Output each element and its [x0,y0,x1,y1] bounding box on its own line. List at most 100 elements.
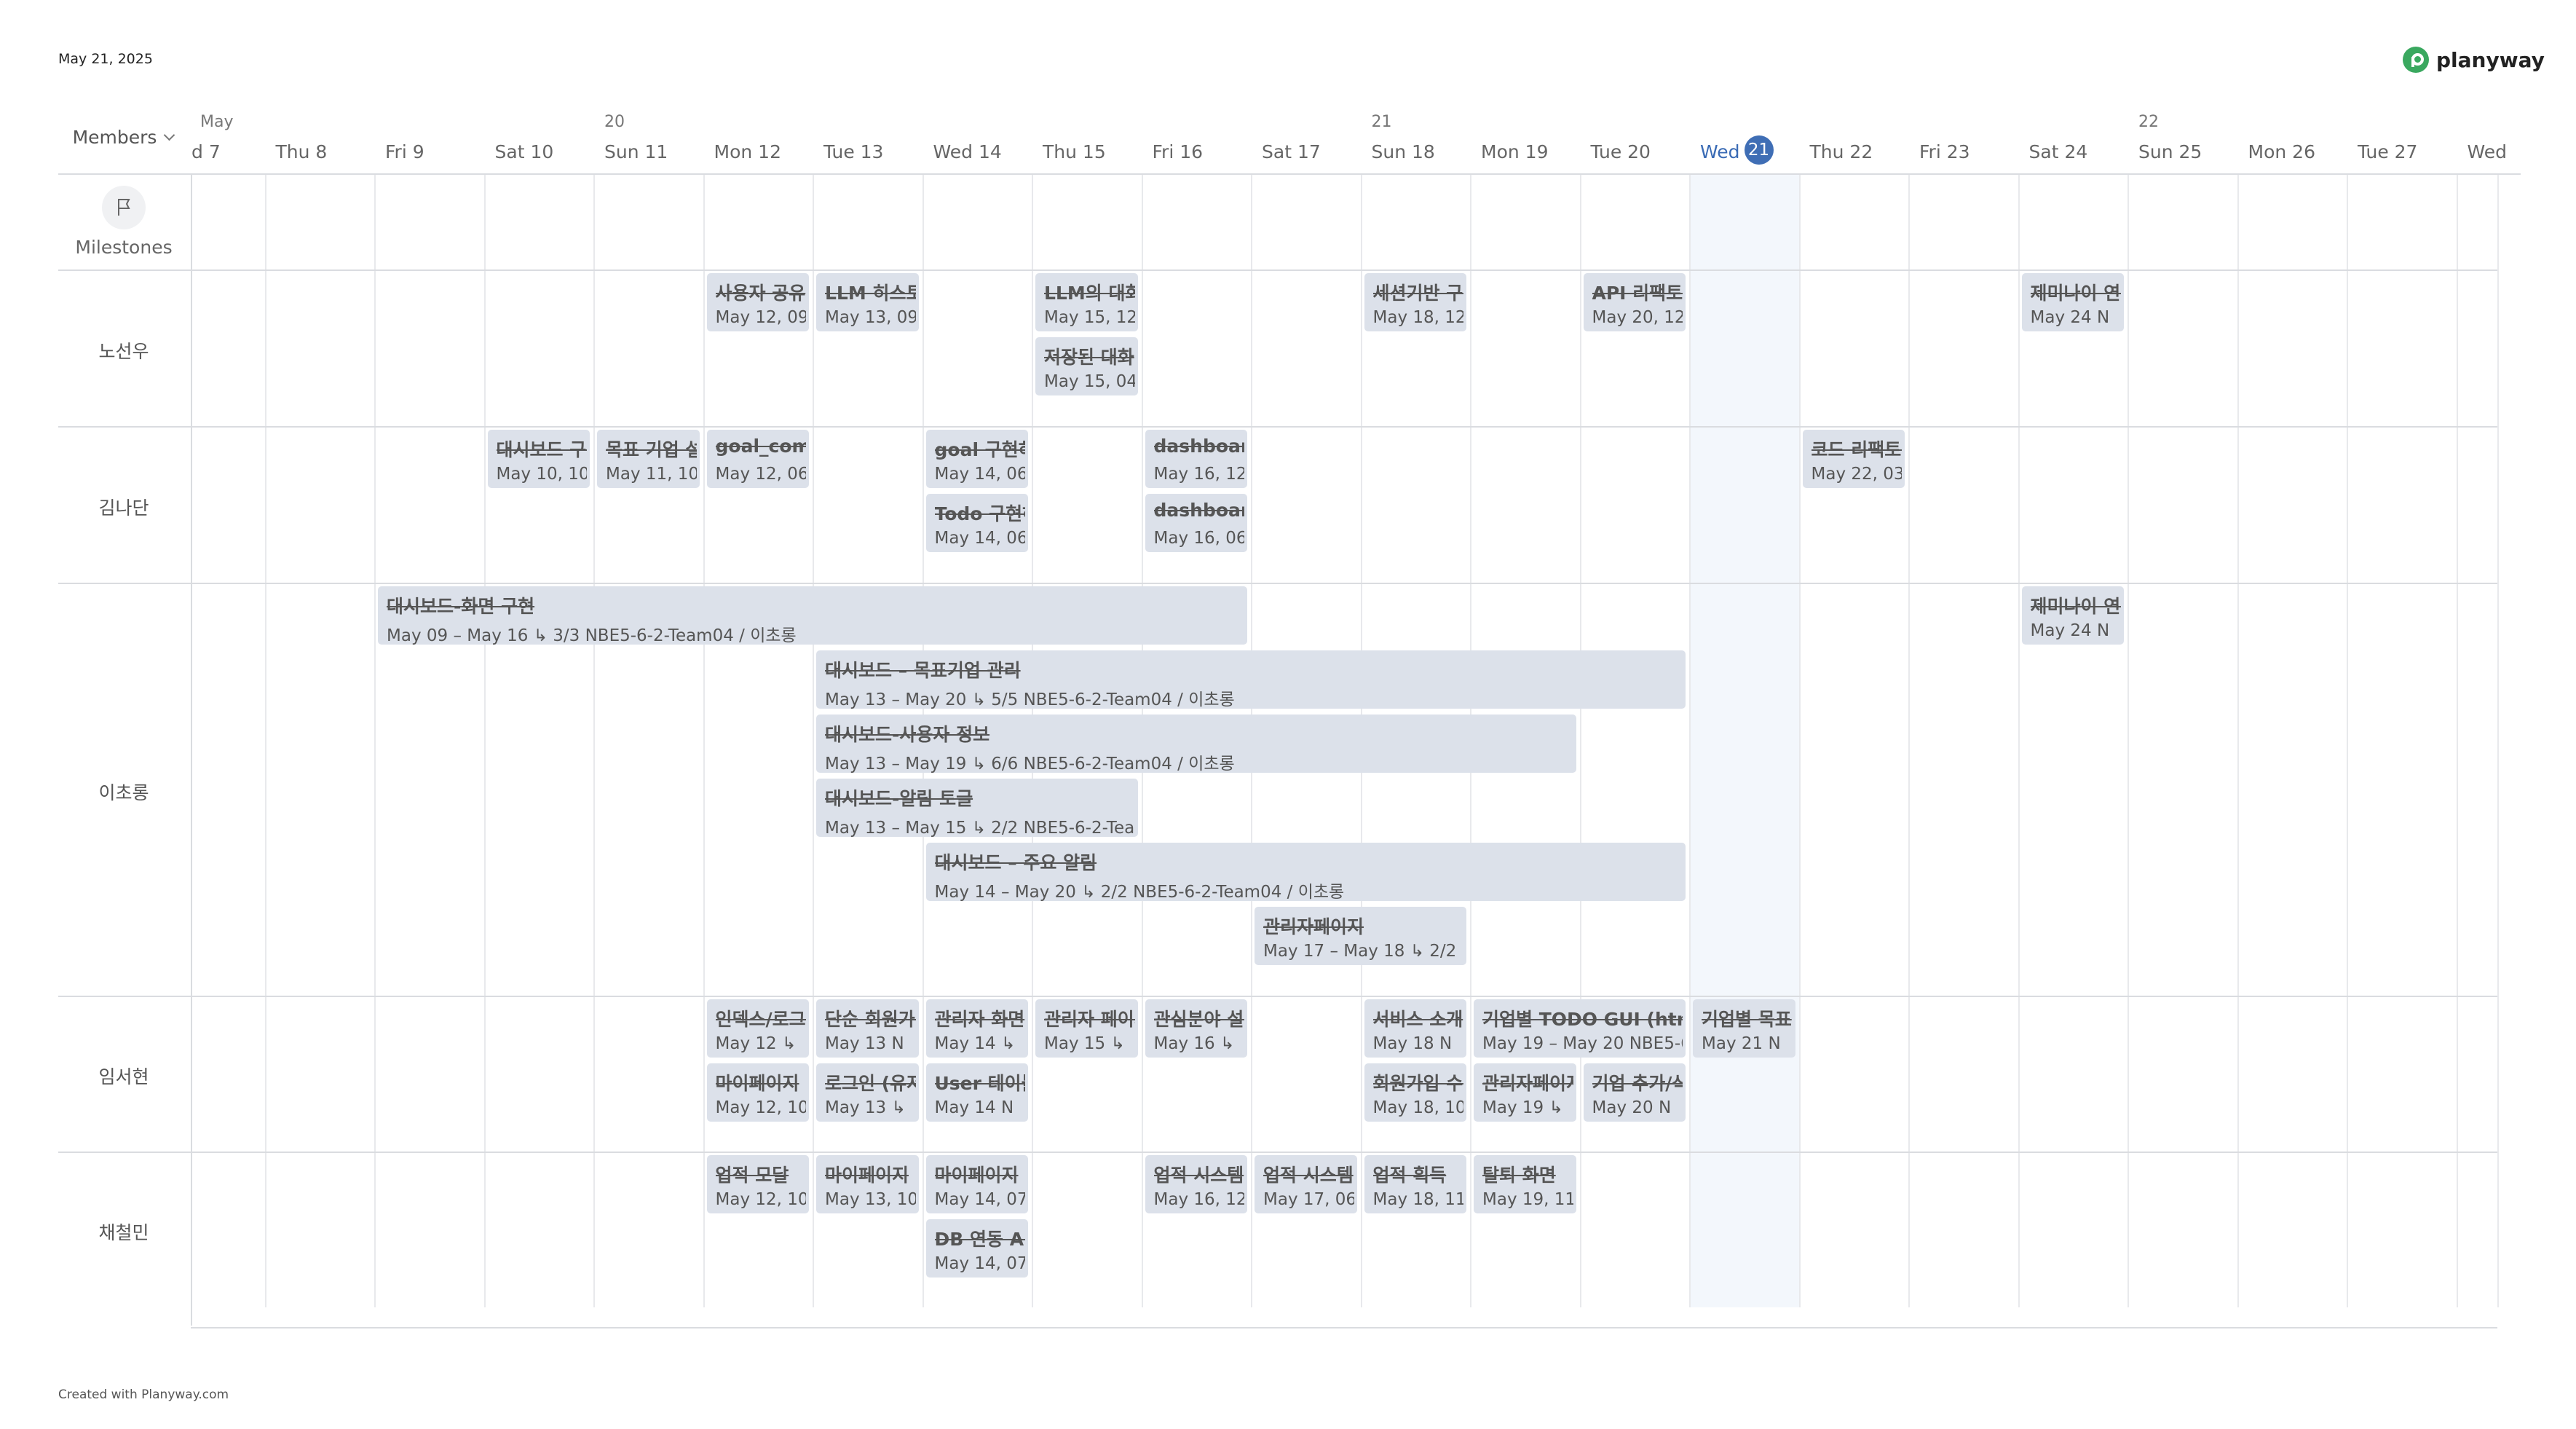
day-header[interactable]: Fri 16 [1153,141,1204,162]
task-date: May 21 N [1702,1034,1781,1053]
day-header[interactable]: Sat 24 [2029,141,2088,162]
day-header[interactable]: Sun 11 [604,141,668,162]
task-date: May 22, 03 [1811,465,1903,484]
task-card[interactable]: 인덱스/로그인 May 12 ↳ [706,999,809,1058]
day-header[interactable]: Thu 8 [276,141,328,162]
task-card[interactable]: 기업별 목표 May 21 N [1693,999,1795,1058]
task-card[interactable]: 저장된 대화 May 15, 04 [1035,337,1138,395]
task-title: goal 구현하기 [934,439,1026,460]
planyway-logo: planyway [2403,44,2545,76]
day-header[interactable]: Thu 15 [1043,141,1106,162]
flag-icon [102,186,146,229]
task-card[interactable]: 단순 회원가입 May 13 N [816,999,919,1058]
task-card[interactable]: dashboard May 16, 06 [1145,494,1247,552]
task-title: dashboard [1153,436,1245,457]
task-card[interactable]: 대시보드 – 목표기업 관리 May 13 – May 20 ↳ 5/5 NBE5… [816,650,1686,709]
task-card[interactable]: 업적 획득 May 18, 11 [1364,1155,1466,1213]
day-header-today[interactable]: Wed 21 [1700,135,1774,165]
task-date: May 14, 07 [934,1190,1026,1209]
row-divider [58,426,2497,428]
task-card[interactable]: User 테이블 May 14 N [925,1063,1028,1122]
task-card[interactable]: 대시보드 – 주요 알림 May 14 – May 20 ↳ 2/2 NBE5-6… [925,843,1686,901]
day-header[interactable]: Tue 27 [2358,141,2417,162]
task-date: May 13 – May 20 ↳ 5/5 NBE5-6-2-Team04 / … [825,690,1235,709]
column-divider [1908,173,1910,1307]
task-card[interactable]: 업적 시스템 May 17, 06 [1255,1155,1357,1213]
task-card[interactable]: 서비스 소개 May 18 N [1364,999,1466,1058]
task-title: 인덱스/로그인 [715,1009,807,1030]
task-card[interactable]: Todo 구현하기 May 14, 06 [925,494,1028,552]
task-card[interactable]: 대시보드-화면 구현 May 09 – May 16 ↳ 3/3 NBE5-6-2… [378,586,1247,645]
day-header[interactable]: Wed [2468,141,2508,162]
task-card[interactable]: goal 구현하기 May 14, 06 [925,430,1028,488]
task-card[interactable]: 제미나이 연동 May 24 N [2021,273,2124,331]
task-title: 회원가입 수정 [1372,1073,1464,1094]
task-card[interactable]: DB 연동 API May 14, 07 [925,1219,1028,1278]
task-card[interactable]: 대시보드-알림 토글 May 13 – May 15 ↳ 2/2 NBE5-6-2… [816,779,1138,837]
task-title: 제미나이 연동 [2030,596,2122,617]
day-header[interactable]: Tue 20 [1591,141,1651,162]
members-dropdown[interactable]: Members [58,113,188,161]
task-card[interactable]: 세션기반 구현 May 18, 12 [1364,273,1466,331]
task-card[interactable]: 기업 추가/삭제 May 20 N [1583,1063,1686,1122]
task-card[interactable]: dashboard May 16, 12 [1145,430,1247,488]
task-date: May 13 N [825,1034,904,1053]
day-header[interactable]: Sun 25 [2138,141,2202,162]
task-date: May 19 – May 20 NBE5-6-2-Team04 [1482,1034,1683,1053]
day-header[interactable]: d 7 [191,141,221,162]
task-date: May 19, 11 [1482,1190,1573,1209]
task-card[interactable]: 대시보드 구현 May 10, 10 [487,430,590,488]
task-date: May 13, 10 [825,1190,916,1209]
task-card[interactable]: 제미나이 연동 May 24 N [2021,586,2124,645]
task-card[interactable]: 관리자 화면 May 14 ↳ [925,999,1028,1058]
task-card[interactable]: goal_company May 12, 06 [706,430,809,488]
day-header[interactable]: Wed 14 [933,141,1002,162]
task-date: May 13, 09 [825,308,916,327]
day-header[interactable]: Fri 9 [385,141,424,162]
day-header[interactable]: Tue 13 [823,141,883,162]
task-card[interactable]: LLM의 대화 May 15, 12 [1035,273,1138,331]
task-card[interactable]: 마이페이지 May 12, 10 [706,1063,809,1122]
day-header[interactable]: Fri 23 [1919,141,1970,162]
task-card[interactable]: 관리자페이지 May 19 ↳ [1474,1063,1576,1122]
task-title: 관심분야 설정 [1153,1009,1245,1030]
task-card[interactable]: 관심분야 설정 May 16 ↳ [1145,999,1247,1058]
member-name: 채철민 [98,1222,149,1243]
column-divider [2237,173,2239,1307]
day-header[interactable]: Mon 19 [1481,141,1548,162]
day-header[interactable]: Sun 18 [1372,141,1435,162]
member-name: 노선우 [98,340,149,362]
task-card[interactable]: 목표 기업 설정 May 11, 10 [597,430,700,488]
task-card[interactable]: 코드 리팩토링 May 22, 03 [1802,430,1905,488]
task-card[interactable]: LLM 히스토리 May 13, 09 [816,273,919,331]
task-card[interactable]: 마이페이지 May 13, 10 [816,1155,919,1213]
task-title: 코드 리팩토링 [1811,439,1903,460]
task-card[interactable]: 마이페이지 May 14, 07 [925,1155,1028,1213]
day-header[interactable]: Mon 26 [2248,141,2315,162]
task-card[interactable]: 관리자페이지 May 17 – May 18 ↳ 2/2 [1255,907,1466,965]
task-title: 기업 추가/삭제 [1592,1073,1683,1094]
task-card[interactable]: 업적 시스템 May 16, 12 [1145,1155,1247,1213]
task-date: May 17 – May 18 ↳ 2/2 [1263,942,1457,961]
task-card[interactable]: 업적 모달 May 12, 10 [706,1155,809,1213]
task-title: LLM 히스토리 [825,283,916,304]
row-divider [58,583,2497,584]
task-title: 업적 모달 [715,1165,789,1186]
task-date: May 18 N [1372,1034,1453,1053]
task-title: 저장된 대화 [1044,347,1134,368]
column-divider [1689,173,1691,1307]
grid-right-edge [2497,173,2499,1307]
task-card[interactable]: 회원가입 수정 May 18, 10 [1364,1063,1466,1122]
task-card[interactable]: 탈퇴 화면 May 19, 11 [1474,1155,1576,1213]
task-card[interactable]: 사용자 공유 May 12, 09 [706,273,809,331]
column-divider [483,173,486,1307]
day-header[interactable]: Sat 17 [1262,141,1321,162]
task-card[interactable]: 기업별 TODO GUI (html) May 19 – May 20 NBE5-… [1474,999,1686,1058]
task-card[interactable]: 관리자 페이지 May 15 ↳ [1035,999,1138,1058]
task-card[interactable]: 로그인 (유저) May 13 ↳ [816,1063,919,1122]
task-card[interactable]: 대시보드-사용자 정보 May 13 – May 19 ↳ 6/6 NBE5-6-… [816,714,1576,773]
day-header[interactable]: Mon 12 [714,141,781,162]
task-card[interactable]: API 리팩토링 May 20, 12 [1583,273,1686,331]
day-header[interactable]: Sat 10 [495,141,554,162]
day-header[interactable]: Thu 22 [1810,141,1873,162]
